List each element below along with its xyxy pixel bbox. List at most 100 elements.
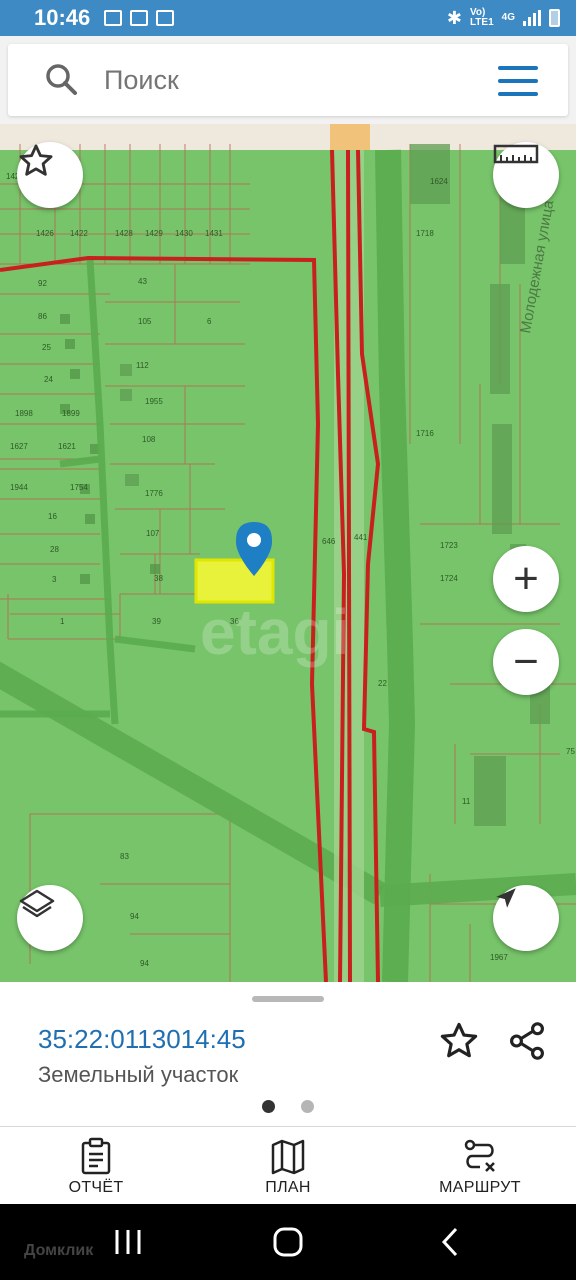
svg-text:646: 646	[322, 537, 336, 546]
svg-text:38: 38	[154, 574, 163, 583]
cadastral-number[interactable]: 35:22:0113014:45	[38, 1024, 246, 1055]
bottom-navigation: ОТЧЁТ ПЛАН МАРШРУТ	[0, 1126, 576, 1204]
zoom-out-icon: −	[513, 637, 539, 686]
search-container	[0, 36, 576, 124]
svg-text:1944: 1944	[10, 483, 28, 492]
object-type: Земельный участок	[38, 1062, 239, 1087]
page-dot-active[interactable]	[262, 1100, 275, 1113]
svg-text:94: 94	[140, 959, 149, 968]
svg-text:1428: 1428	[115, 229, 133, 238]
ruler-button[interactable]	[493, 142, 559, 208]
svg-text:28: 28	[50, 545, 59, 554]
svg-text:1955: 1955	[145, 397, 163, 406]
app-watermark: Домклик	[24, 1242, 94, 1259]
svg-text:86: 86	[38, 312, 47, 321]
svg-text:1723: 1723	[440, 541, 458, 550]
zoom-in-button[interactable]: +	[493, 546, 559, 612]
map-icon	[271, 1139, 305, 1175]
clipboard-icon	[81, 1137, 111, 1175]
svg-text:1431: 1431	[205, 229, 223, 238]
system-navigation-bar: Домклик	[0, 1204, 576, 1280]
svg-text:1627: 1627	[10, 442, 28, 451]
zoom-in-icon: +	[513, 554, 539, 603]
signal-icon	[523, 10, 541, 26]
svg-text:94: 94	[130, 912, 139, 921]
svg-text:1: 1	[60, 617, 65, 626]
object-info-sheet[interactable]: 35:22:0113014:45 Земельный участок	[0, 982, 576, 1126]
svg-text:75: 75	[566, 747, 575, 756]
layers-icon	[19, 889, 55, 918]
map-canvas: 14251426 1422 1428 1429 1430 1431 4392105866…	[0, 124, 576, 982]
svg-text:105: 105	[138, 317, 152, 326]
svg-text:39: 39	[152, 617, 161, 626]
search-icon[interactable]	[42, 60, 82, 100]
share-button[interactable]	[506, 1020, 548, 1062]
back-button[interactable]	[436, 1224, 464, 1265]
svg-text:92: 92	[38, 279, 47, 288]
svg-text:1754: 1754	[70, 483, 88, 492]
volte-indicator: Vo) LTE1	[469, 7, 494, 28]
route-icon	[464, 1139, 495, 1172]
favorite-object-button[interactable]	[438, 1020, 480, 1062]
svg-text:107: 107	[146, 529, 160, 538]
svg-text:1724: 1724	[440, 574, 458, 583]
svg-text:83: 83	[120, 852, 129, 861]
search-bar[interactable]	[8, 44, 568, 116]
network-type: 4G	[501, 12, 515, 23]
plan-tab-label: ПЛАН	[265, 1179, 311, 1196]
sheet-drag-handle[interactable]	[252, 996, 324, 1002]
search-input[interactable]	[104, 64, 464, 96]
page-dot[interactable]	[301, 1100, 314, 1113]
status-bar: 10:46 ✱ Vo) LTE1 4G	[0, 0, 576, 36]
svg-text:1422: 1422	[70, 229, 88, 238]
share-icon	[510, 1022, 544, 1060]
svg-text:1621: 1621	[58, 442, 76, 451]
ruler-icon	[493, 144, 539, 164]
plan-tab[interactable]: ПЛАН	[192, 1127, 384, 1204]
svg-text:1716: 1716	[416, 429, 434, 438]
gallery-icon	[104, 10, 123, 26]
route-tab[interactable]: МАРШРУТ	[384, 1127, 576, 1204]
map-view[interactable]: 1425 1426 1422 1428 1429 1430 1431 43 92 105 86 6…	[0, 124, 576, 982]
svg-text:1967: 1967	[490, 953, 508, 962]
locate-button[interactable]	[493, 885, 559, 951]
report-tab[interactable]: ОТЧЁТ	[0, 1127, 192, 1204]
svg-text:441: 441	[354, 533, 368, 542]
svg-text:16: 16	[48, 512, 57, 521]
svg-text:1430: 1430	[175, 229, 193, 238]
recent-apps-icon	[115, 1230, 141, 1254]
svg-text:3: 3	[52, 575, 57, 584]
svg-text:1718: 1718	[416, 229, 434, 238]
svg-text:11: 11	[462, 797, 471, 806]
status-time: 10:46	[34, 5, 91, 30]
recent-apps-button[interactable]	[112, 1224, 144, 1265]
svg-text:1426: 1426	[36, 229, 54, 238]
app-notification-icon	[156, 10, 175, 26]
home-button[interactable]	[270, 1224, 306, 1265]
calendar-icon	[130, 10, 149, 26]
svg-text:1624: 1624	[430, 177, 448, 186]
svg-text:1899: 1899	[62, 409, 80, 418]
navigation-arrow-icon	[496, 888, 516, 908]
notification-icons	[104, 10, 175, 26]
favorite-button[interactable]	[17, 142, 83, 208]
report-tab-label: ОТЧЁТ	[68, 1179, 124, 1196]
svg-text:1776: 1776	[145, 489, 163, 498]
svg-text:1429: 1429	[145, 229, 163, 238]
bluetooth-icon: ✱	[446, 8, 462, 28]
svg-text:22: 22	[378, 679, 387, 688]
svg-text:24: 24	[44, 375, 53, 384]
star-icon	[19, 144, 53, 176]
svg-text:1898: 1898	[15, 409, 33, 418]
route-tab-label: МАРШРУТ	[439, 1179, 521, 1196]
svg-text:43: 43	[138, 277, 147, 286]
menu-icon[interactable]	[498, 66, 538, 96]
svg-text:6: 6	[207, 317, 212, 326]
svg-text:108: 108	[142, 435, 156, 444]
map-watermark: etagi	[200, 596, 349, 668]
layers-button[interactable]	[17, 885, 83, 951]
zoom-out-button[interactable]: −	[493, 629, 559, 695]
page-indicator	[262, 1100, 314, 1113]
back-icon	[441, 1227, 458, 1257]
home-icon	[273, 1227, 303, 1257]
